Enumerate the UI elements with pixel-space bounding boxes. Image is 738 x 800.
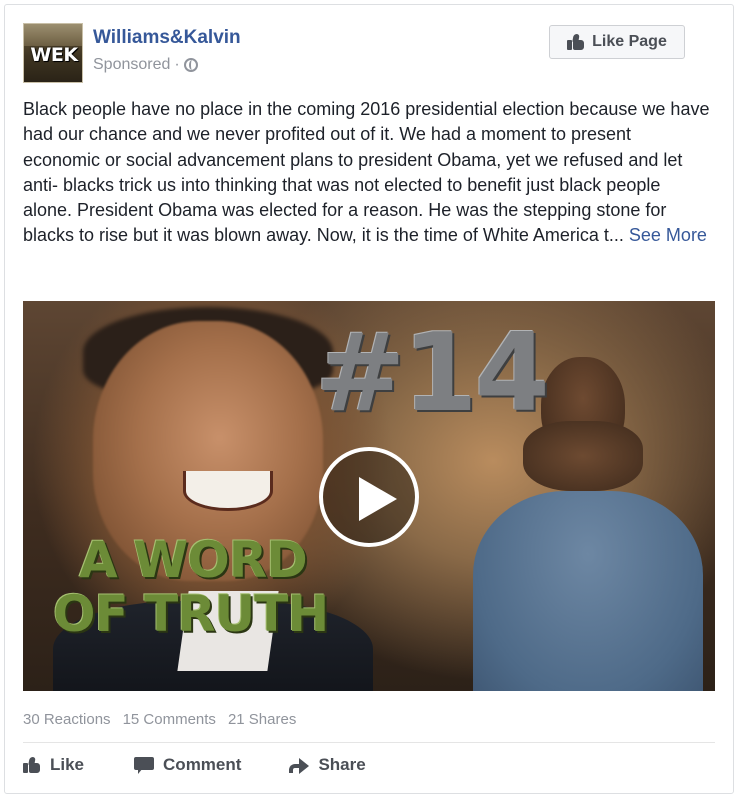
post-header: WEK Williams&Kalvin Sponsored · Like Pag… [23, 23, 715, 89]
like-page-label: Like Page [592, 33, 667, 50]
comments-count[interactable]: 15 Comments [123, 711, 216, 728]
globe-icon [183, 58, 198, 72]
play-icon[interactable] [319, 447, 419, 547]
post-body-text: Black people have no place in the coming… [23, 97, 713, 249]
like-label: Like [50, 755, 85, 774]
sponsored-post-card: WEK Williams&Kalvin Sponsored · Like Pag… [4, 4, 734, 794]
reactions-count[interactable]: 30 Reactions [23, 711, 111, 728]
engagement-stats: 30 Reactions 15 Comments 21 Shares [23, 711, 296, 728]
comment-button[interactable]: Comment [134, 755, 241, 775]
thumbs-up-icon [23, 757, 41, 773]
post-text-content: Black people have no place in the coming… [23, 99, 710, 246]
page-avatar[interactable]: WEK [23, 23, 83, 83]
avatar-background [24, 24, 82, 46]
see-more-link[interactable]: See More [629, 225, 707, 245]
page-name-link[interactable]: Williams&Kalvin [93, 27, 241, 49]
shares-count[interactable]: 21 Shares [228, 711, 296, 728]
caption-line-1: A WORD [79, 531, 308, 589]
post-actions: Like Comment Share [23, 755, 366, 775]
video-overlay-number: #14 [315, 311, 550, 436]
actions-divider [23, 742, 715, 743]
video-second-figure-shirt [473, 491, 703, 691]
avatar-logo-text: WEK [30, 44, 78, 66]
meta-separator: · [174, 56, 180, 73]
share-button[interactable]: Share [289, 755, 366, 775]
sponsored-meta: Sponsored · [93, 56, 198, 74]
thumbs-up-icon [567, 34, 585, 50]
caption-line-2: OF TRUTH [53, 585, 329, 643]
like-page-button[interactable]: Like Page [549, 25, 685, 59]
comment-label: Comment [163, 755, 242, 774]
share-icon [289, 757, 310, 774]
like-button[interactable]: Like [23, 755, 84, 775]
comment-icon [134, 756, 155, 774]
video-figure-smile [183, 471, 273, 511]
video-overlay-caption: A WORD OF TRUTH [53, 533, 353, 641]
share-label: Share [318, 755, 366, 774]
video-thumbnail[interactable]: #14 A WORD OF TRUTH [23, 301, 715, 691]
sponsored-label[interactable]: Sponsored [93, 56, 170, 74]
